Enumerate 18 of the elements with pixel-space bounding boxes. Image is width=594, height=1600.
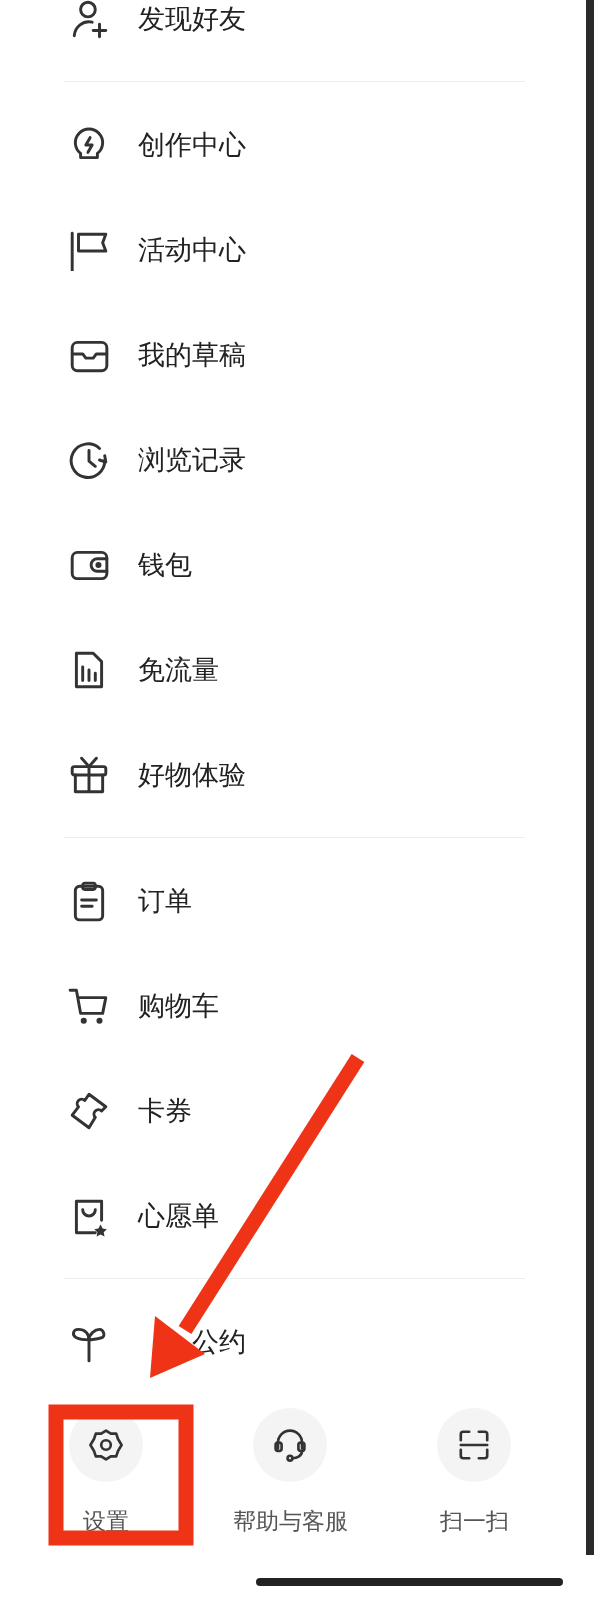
action-label[interactable]: 设置 xyxy=(83,1506,129,1537)
menu-item[interactable]: 免流量 xyxy=(138,651,219,688)
menu-item[interactable]: 我的草稿 xyxy=(138,336,246,373)
headset-icon xyxy=(272,1427,308,1463)
menu-item[interactable]: 购物车 xyxy=(138,987,219,1024)
action-label[interactable]: 扫一扫 xyxy=(439,1506,509,1537)
menu-item[interactable]: 好物体验 xyxy=(138,756,246,793)
menu-item[interactable]: 创作中心 xyxy=(138,126,246,163)
menu-item[interactable]: 浏览记录 xyxy=(138,441,246,478)
settings-icon xyxy=(88,1427,124,1463)
menu-item[interactable]: 钱包 xyxy=(138,546,192,583)
menu-item[interactable]: 心愿单 xyxy=(138,1197,219,1234)
menu-item[interactable]: 订单 xyxy=(138,882,192,919)
menu-item[interactable]: 卡券 xyxy=(138,1092,192,1129)
scan-icon xyxy=(456,1427,492,1463)
menu-item[interactable]: 活动中心 xyxy=(138,231,246,268)
action-label[interactable]: 帮助与客服 xyxy=(232,1506,348,1537)
menu-item[interactable]: 发现好友 xyxy=(138,0,246,37)
